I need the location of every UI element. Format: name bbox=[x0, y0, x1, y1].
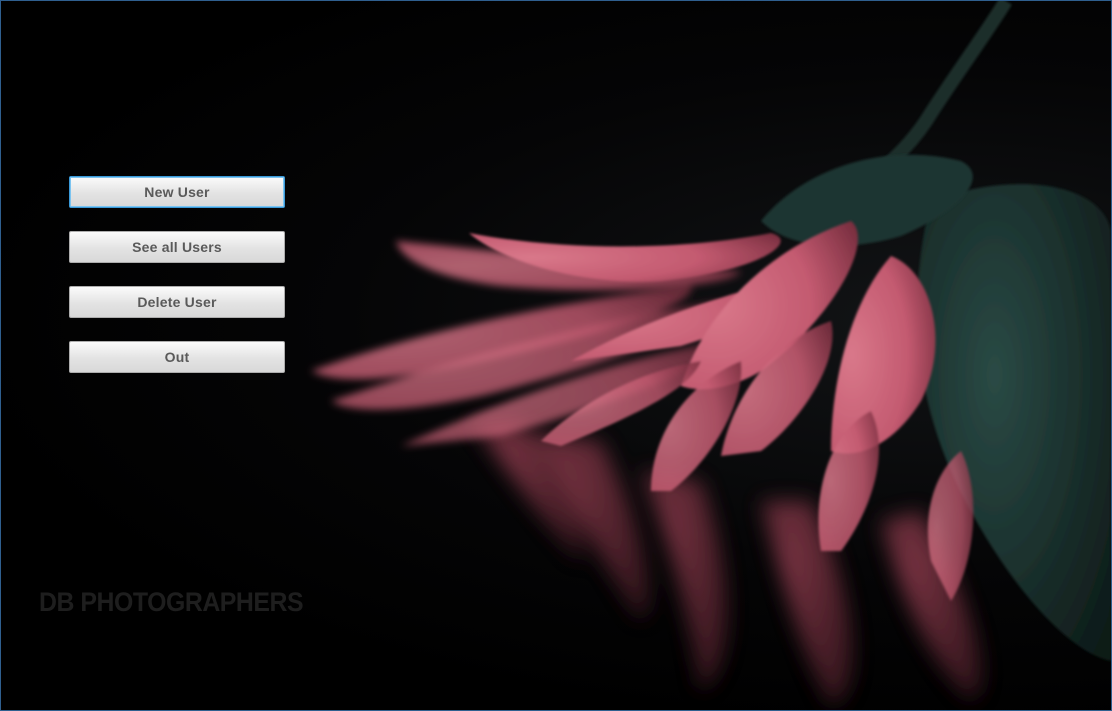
app-window: New User See all Users Delete User Out D… bbox=[0, 0, 1112, 711]
see-all-users-button[interactable]: See all Users bbox=[69, 231, 285, 263]
watermark-text: DB PHOTOGRAPHERS bbox=[39, 587, 304, 617]
out-button[interactable]: Out bbox=[69, 341, 285, 373]
new-user-button[interactable]: New User bbox=[69, 176, 285, 208]
delete-user-button[interactable]: Delete User bbox=[69, 286, 285, 318]
